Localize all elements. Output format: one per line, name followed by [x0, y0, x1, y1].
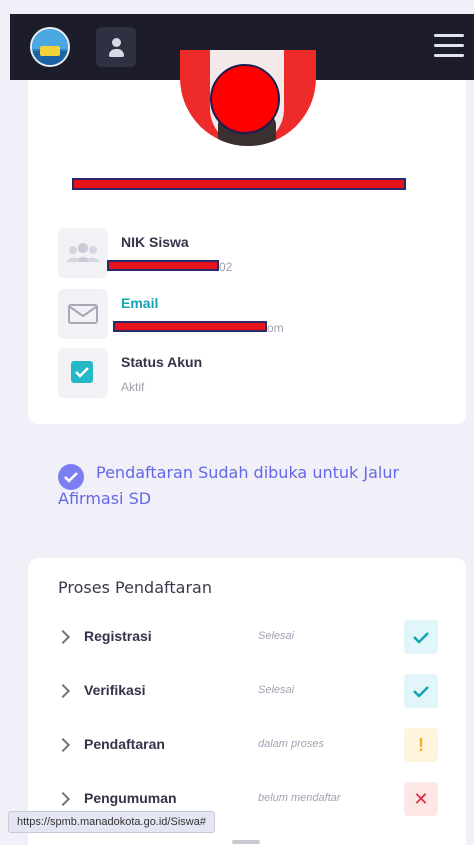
step-status: Selesai: [258, 684, 295, 696]
email-value-suffix: om: [267, 321, 284, 335]
logo-book: [40, 46, 60, 56]
step-status: belum mendaftar: [258, 792, 341, 804]
notice-text: Pendaftaran Sudah dibuka untuk Jalur Afi…: [58, 463, 400, 508]
step-name: Pengumuman: [84, 790, 177, 806]
school-emblem-logo[interactable]: [30, 27, 70, 67]
chevron-right-icon: [55, 737, 71, 753]
step-status: Selesai: [258, 630, 295, 642]
mail-icon: [58, 289, 108, 339]
account-status-value: Aktif: [121, 380, 145, 394]
nik-label: NIK Siswa: [121, 234, 189, 250]
process-title: Proses Pendaftaran: [58, 578, 212, 597]
process-step-pendaftaran[interactable]: Pendaftaran dalam proses !: [55, 728, 440, 762]
user-menu-button[interactable]: [96, 27, 136, 67]
step-name: Registrasi: [84, 628, 152, 644]
registration-process-card: Proses Pendaftaran Registrasi Selesai Ve…: [28, 558, 466, 845]
email-redaction: [113, 321, 267, 332]
close-icon: ✕: [404, 782, 438, 816]
process-step-registrasi[interactable]: Registrasi Selesai: [55, 620, 440, 654]
hamburger-menu-icon[interactable]: [434, 34, 464, 58]
step-status: dalam proses: [258, 738, 325, 750]
registration-open-notice: Pendaftaran Sudah dibuka untuk Jalur Afi…: [58, 460, 438, 512]
avatar-redaction: [210, 64, 280, 134]
chevron-right-icon: [55, 683, 71, 699]
check-circle-icon: [58, 464, 84, 490]
student-name-redacted: [72, 178, 406, 190]
email-label: Email: [121, 295, 159, 311]
warning-icon: !: [404, 728, 438, 762]
step-name: Verifikasi: [84, 682, 146, 698]
account-status-label: Status Akun: [121, 354, 203, 370]
nik-value-suffix: 02: [219, 260, 233, 274]
scroll-handle[interactable]: [232, 840, 260, 844]
check-icon-box: [58, 348, 108, 398]
user-icon: [112, 38, 121, 47]
process-step-verifikasi[interactable]: Verifikasi Selesai: [55, 674, 440, 708]
check-icon: [71, 361, 93, 383]
chevron-right-icon: [55, 791, 71, 807]
users-icon: [58, 228, 108, 278]
check-icon: [404, 620, 438, 654]
user-icon-body: [109, 49, 124, 57]
nik-redaction: [107, 260, 219, 271]
step-name: Pendaftaran: [84, 736, 165, 752]
avatar: [180, 50, 316, 146]
check-icon: [404, 674, 438, 708]
chevron-right-icon: [55, 629, 71, 645]
link-url-tooltip: https://spmb.manadokota.go.id/Siswa#: [8, 811, 215, 833]
profile-card: NIK Siswa 02 Email om Status Akun Aktif: [28, 50, 466, 424]
